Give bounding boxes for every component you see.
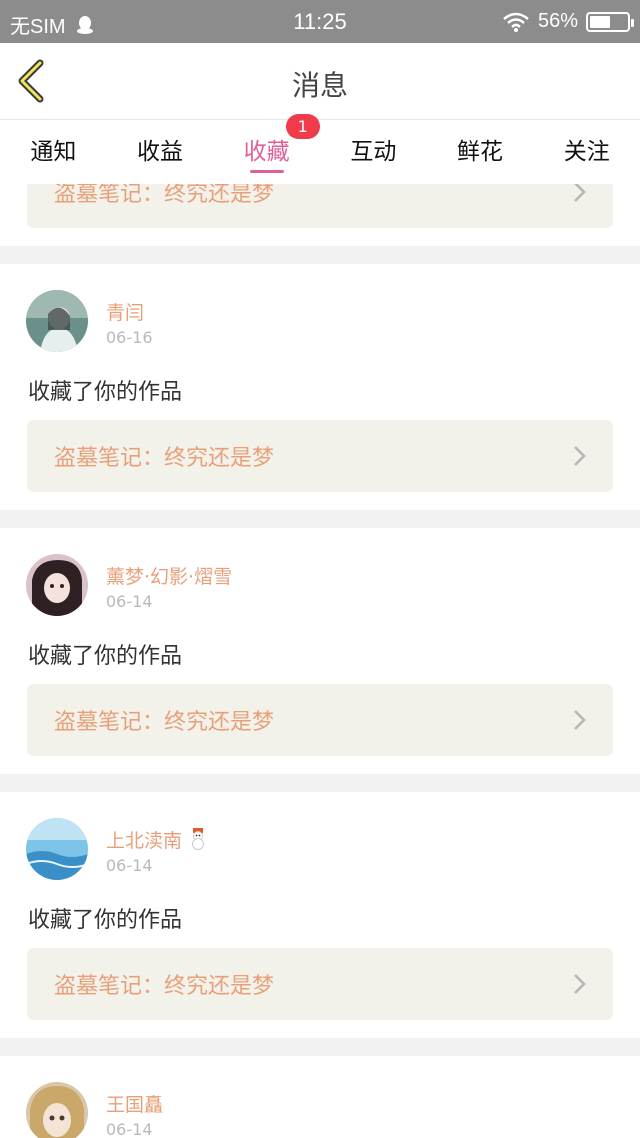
action-text: 收藏了你的作品 bbox=[28, 908, 183, 933]
unread-badge: 1 bbox=[285, 114, 320, 139]
chevron-right-icon bbox=[574, 710, 586, 730]
tab-label: 鲜花 bbox=[457, 139, 504, 165]
tab-notifications[interactable]: 通知 bbox=[0, 120, 107, 184]
list-item: 上北渎南 06-14 收藏了你的作品 盗墓笔记：终究还是梦 bbox=[0, 792, 640, 1038]
timestamp: 06-14 bbox=[106, 856, 153, 875]
timestamp: 06-14 bbox=[106, 1120, 153, 1138]
username[interactable]: 王国矗 bbox=[106, 1090, 163, 1117]
snowman-emoji-icon bbox=[192, 828, 205, 850]
avatar[interactable] bbox=[26, 1082, 88, 1138]
tab-interactions[interactable]: 互动 bbox=[320, 120, 427, 184]
list-item: 王国矗 06-14 bbox=[0, 1056, 640, 1138]
list-item: 薰梦·幻影·熠雪 06-14 收藏了你的作品 盗墓笔记：终究还是梦 bbox=[0, 528, 640, 774]
username[interactable]: 青闫 bbox=[106, 298, 144, 325]
username-text: 上北渎南 bbox=[106, 830, 183, 852]
tab-flowers[interactable]: 鲜花 bbox=[427, 120, 534, 184]
favorites-feed[interactable]: 盗墓笔记：终究还是梦 青闫 06-16 收藏了你的作品 盗墓笔记：终究还是梦 薰… bbox=[0, 184, 640, 1138]
status-bar: 无SIM 11:25 56% bbox=[0, 0, 640, 43]
avatar[interactable] bbox=[26, 818, 88, 880]
avatar[interactable] bbox=[26, 554, 88, 616]
work-link[interactable]: 盗墓笔记：终究还是梦 bbox=[27, 184, 613, 228]
username[interactable]: 薰梦·幻影·熠雪 bbox=[106, 562, 232, 589]
chevron-right-icon bbox=[574, 446, 586, 466]
tab-favorites[interactable]: 收藏 1 bbox=[213, 114, 320, 184]
work-title: 盗墓笔记：终究还是梦 bbox=[54, 446, 275, 471]
action-text: 收藏了你的作品 bbox=[28, 644, 183, 669]
username[interactable]: 上北渎南 bbox=[106, 826, 208, 853]
tab-label: 互动 bbox=[350, 139, 397, 165]
timestamp: 06-16 bbox=[106, 328, 153, 347]
nav-bar: 消息 bbox=[0, 43, 640, 120]
work-link[interactable]: 盗墓笔记：终究还是梦 bbox=[27, 948, 613, 1020]
list-item: 盗墓笔记：终究还是梦 bbox=[0, 184, 640, 246]
avatar[interactable] bbox=[26, 290, 88, 352]
list-item: 青闫 06-16 收藏了你的作品 盗墓笔记：终究还是梦 bbox=[0, 264, 640, 510]
tab-label: 收益 bbox=[137, 139, 183, 165]
active-tab-indicator bbox=[249, 170, 284, 173]
battery-icon bbox=[586, 11, 634, 32]
tab-label: 通知 bbox=[30, 139, 77, 165]
work-link[interactable]: 盗墓笔记：终究还是梦 bbox=[27, 684, 613, 756]
work-title: 盗墓笔记：终究还是梦 bbox=[54, 710, 275, 735]
timestamp: 06-14 bbox=[106, 592, 153, 611]
battery-level bbox=[590, 15, 610, 28]
status-right: 56% bbox=[502, 10, 634, 33]
work-link[interactable]: 盗墓笔记：终究还是梦 bbox=[27, 420, 613, 492]
action-text: 收藏了你的作品 bbox=[28, 380, 183, 405]
wifi-icon bbox=[503, 12, 529, 32]
page-title: 消息 bbox=[291, 69, 348, 102]
tab-follows[interactable]: 关注 bbox=[533, 120, 640, 184]
work-title: 盗墓笔记：终究还是梦 bbox=[54, 974, 275, 999]
tab-earnings[interactable]: 收益 bbox=[107, 120, 214, 184]
tab-label: 收藏 bbox=[243, 139, 290, 165]
tab-bar: 通知 收益 收藏 1 互动 鲜花 关注 bbox=[0, 114, 640, 184]
battery-percent: 56% bbox=[537, 10, 578, 32]
chevron-right-icon bbox=[574, 184, 586, 202]
work-title: 盗墓笔记：终究还是梦 bbox=[54, 184, 275, 207]
chevron-right-icon bbox=[574, 974, 586, 994]
tab-label: 关注 bbox=[563, 139, 610, 165]
